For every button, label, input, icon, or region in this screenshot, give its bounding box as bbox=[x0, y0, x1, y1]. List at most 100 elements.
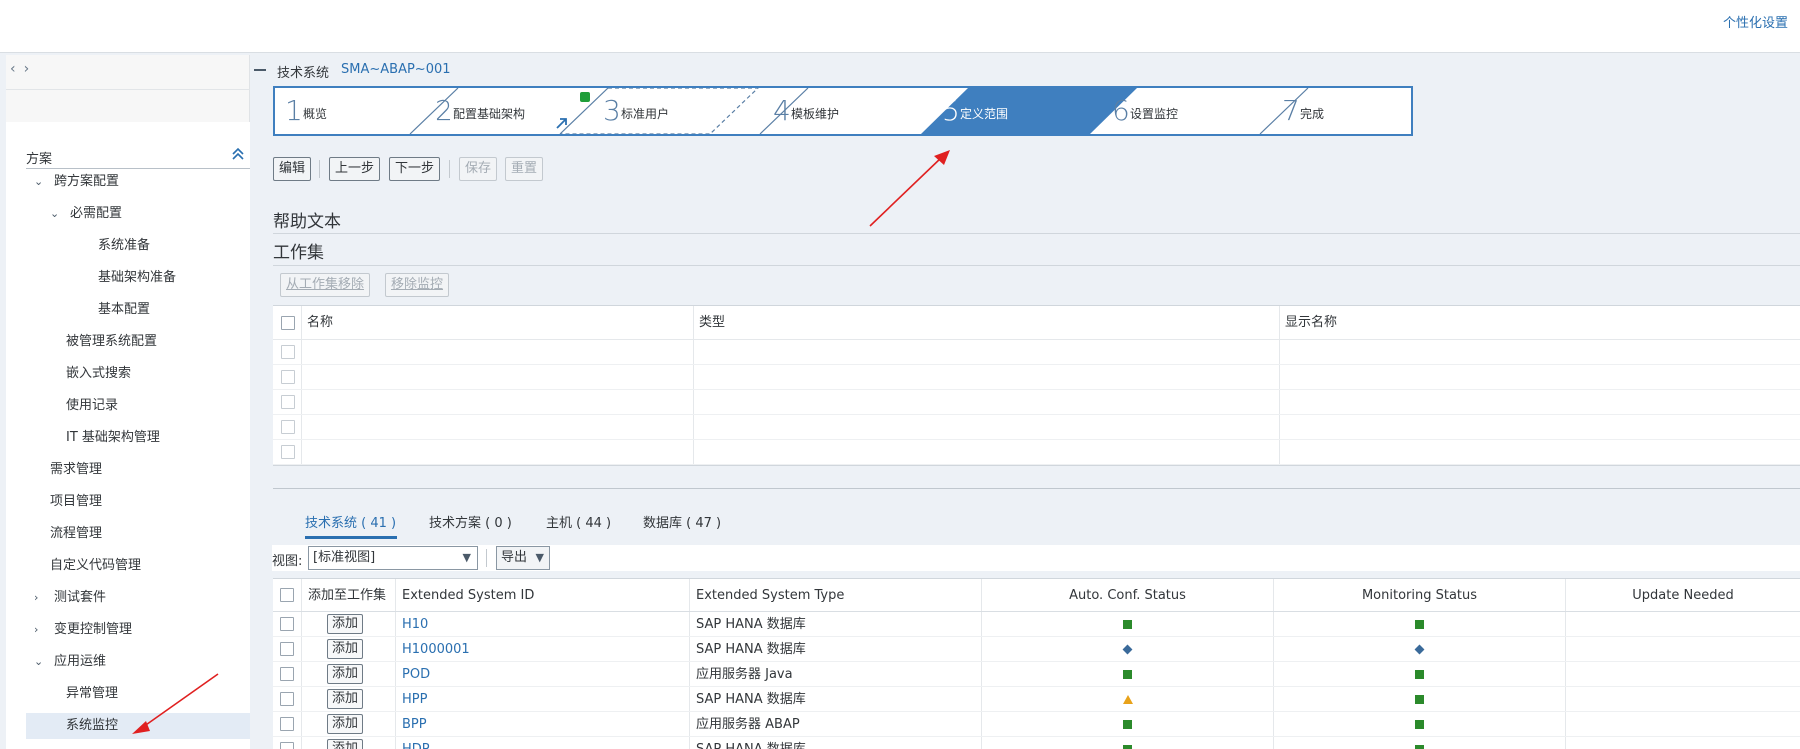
personalize-link[interactable]: 个性化设置 bbox=[1723, 12, 1788, 31]
collapse-header-icon[interactable] bbox=[254, 69, 266, 71]
table-row[interactable]: 添加 H10 SAP HANA 数据库 bbox=[273, 612, 1800, 637]
add-to-working-set-button[interactable]: 添加 bbox=[327, 664, 364, 684]
context-system-link[interactable]: SMA~ABAP~001 bbox=[341, 62, 451, 77]
table-row[interactable]: 添加 POD 应用服务器 Java bbox=[273, 662, 1800, 687]
view-select[interactable]: [标准视图] ▼ bbox=[308, 546, 478, 570]
nav-tree-item[interactable]: 基础架构准备 bbox=[98, 265, 176, 291]
select-all-checkbox[interactable] bbox=[281, 316, 295, 330]
nav-tree-item[interactable]: ⌄ 应用运维 bbox=[34, 649, 106, 675]
nav-tree-item-label: 系统准备 bbox=[98, 238, 151, 253]
row-checkbox[interactable] bbox=[281, 345, 295, 359]
export-button[interactable]: 导出 ▼ bbox=[496, 546, 550, 570]
chevron-down-icon[interactable]: ⌄ bbox=[34, 649, 48, 675]
nav-tree-item[interactable]: 使用记录 bbox=[66, 393, 118, 419]
forward-icon[interactable]: › bbox=[24, 61, 30, 77]
tab-technical-systems[interactable]: 技术系统 ( 41 ) bbox=[305, 512, 396, 531]
column-header-system-type[interactable]: Extended System Type bbox=[690, 579, 982, 611]
add-to-working-set-button[interactable]: 添加 bbox=[327, 739, 364, 749]
row-checkbox[interactable] bbox=[281, 420, 295, 434]
name-cell bbox=[302, 440, 694, 464]
column-header-type[interactable]: 类型 bbox=[694, 306, 1280, 339]
row-checkbox[interactable] bbox=[280, 667, 294, 681]
table-row[interactable]: 添加 BPP 应用服务器 ABAP bbox=[273, 712, 1800, 737]
nav-tree-item-label: 使用记录 bbox=[66, 398, 119, 413]
remove-monitoring-button[interactable]: 移除监控 bbox=[385, 273, 450, 297]
reset-button[interactable]: 重置 bbox=[505, 157, 544, 181]
save-button[interactable]: 保存 bbox=[459, 157, 498, 181]
table-row[interactable]: 添加 HPP SAP HANA 数据库 bbox=[273, 687, 1800, 712]
row-checkbox[interactable] bbox=[280, 742, 294, 749]
row-checkbox[interactable] bbox=[280, 717, 294, 731]
nav-tree-item[interactable]: IT 基础架构管理 bbox=[66, 425, 160, 451]
wizard-step-2[interactable]: 2 配置基础架构 bbox=[425, 88, 605, 134]
collapse-all-icon[interactable] bbox=[230, 146, 246, 162]
table-row[interactable]: 添加 HDP SAP HANA 数据库 bbox=[273, 737, 1800, 749]
nav-tree-item[interactable]: 系统准备 bbox=[98, 233, 150, 259]
nav-tree-item[interactable]: ⌄ 必需配置 bbox=[50, 201, 122, 227]
wizard-step-6[interactable]: 6 设置监控 bbox=[1102, 88, 1282, 134]
previous-step-button[interactable]: 上一步 bbox=[329, 157, 381, 181]
chevron-right-icon[interactable]: › bbox=[34, 585, 48, 611]
wizard-step-5[interactable]: 5 定义范围 bbox=[932, 88, 1112, 134]
nav-tree-item[interactable]: 嵌入式搜索 bbox=[66, 361, 131, 387]
nav-tree-item[interactable]: 需求管理 bbox=[50, 457, 102, 483]
nav-tree-item[interactable]: 项目管理 bbox=[50, 489, 102, 515]
step-link-icon[interactable] bbox=[555, 116, 569, 130]
nav-tree-item[interactable]: 流程管理 bbox=[50, 521, 102, 547]
add-to-working-set-button[interactable]: 添加 bbox=[327, 639, 364, 659]
system-id-cell: HPP bbox=[396, 687, 690, 711]
column-header-display-name[interactable]: 显示名称 bbox=[1280, 306, 1800, 339]
system-id-link[interactable]: H1000001 bbox=[402, 642, 470, 657]
row-checkbox[interactable] bbox=[281, 370, 295, 384]
row-checkbox[interactable] bbox=[281, 395, 295, 409]
nav-tree-item[interactable]: 被管理系统配置 bbox=[66, 329, 157, 355]
edit-button[interactable]: 编辑 bbox=[273, 157, 312, 181]
system-id-link[interactable]: HDP bbox=[402, 742, 430, 749]
nav-tree-item[interactable]: ⌄ 跨方案配置 bbox=[34, 169, 119, 195]
chevron-down-icon[interactable]: ⌄ bbox=[34, 169, 48, 195]
column-header-name[interactable]: 名称 bbox=[302, 306, 694, 339]
back-icon[interactable]: ‹ bbox=[10, 61, 16, 77]
nav-tree-item[interactable]: 基本配置 bbox=[98, 297, 150, 323]
status-green-square-icon bbox=[1415, 620, 1424, 629]
table-row[interactable]: 添加 H1000001 SAP HANA 数据库 bbox=[273, 637, 1800, 662]
nav-tree-item[interactable]: 异常管理 bbox=[66, 681, 118, 707]
table-row bbox=[273, 390, 1800, 415]
add-to-working-set-button[interactable]: 添加 bbox=[327, 614, 364, 634]
tab-technical-scenarios[interactable]: 技术方案 ( 0 ) bbox=[429, 512, 512, 531]
system-id-link[interactable]: POD bbox=[402, 667, 430, 682]
nav-tree-item[interactable]: 系统监控 bbox=[26, 713, 250, 739]
next-step-button[interactable]: 下一步 bbox=[389, 157, 441, 181]
nav-tree-item[interactable]: › 测试套件 bbox=[34, 585, 106, 611]
column-header-auto-conf-status[interactable]: Auto. Conf. Status bbox=[982, 579, 1274, 611]
select-all-checkbox[interactable] bbox=[280, 588, 294, 602]
add-to-working-set-button[interactable]: 添加 bbox=[327, 714, 364, 734]
nav-tree-item[interactable]: › 变更控制管理 bbox=[34, 617, 132, 643]
wizard-step-3[interactable]: 3 标准用户 bbox=[593, 88, 773, 134]
nav-history: ‹ › bbox=[10, 61, 37, 77]
row-checkbox[interactable] bbox=[281, 445, 295, 459]
add-to-working-set-button[interactable]: 添加 bbox=[327, 689, 364, 709]
row-checkbox[interactable] bbox=[280, 617, 294, 631]
nav-tree-item[interactable]: 自定义代码管理 bbox=[50, 553, 141, 579]
add-cell: 添加 bbox=[302, 637, 396, 661]
tab-databases[interactable]: 数据库 ( 47 ) bbox=[643, 512, 721, 531]
chevron-down-icon[interactable]: ⌄ bbox=[50, 201, 64, 227]
row-checkbox[interactable] bbox=[280, 642, 294, 656]
row-checkbox[interactable] bbox=[280, 692, 294, 706]
step-label: 定义范围 bbox=[960, 107, 1009, 121]
column-header-update-needed[interactable]: Update Needed bbox=[1566, 579, 1800, 611]
wizard-step-4[interactable]: 4 模板维护 bbox=[763, 88, 943, 134]
remove-from-working-set-button[interactable]: 从工作集移除 bbox=[280, 273, 371, 297]
nav-section-header[interactable]: 方案 bbox=[26, 141, 250, 169]
wizard-step-7[interactable]: 7 完成 bbox=[1272, 88, 1411, 134]
system-id-link[interactable]: BPP bbox=[402, 717, 427, 732]
system-id-link[interactable]: H10 bbox=[402, 617, 428, 632]
chevron-right-icon[interactable]: › bbox=[34, 617, 48, 643]
tab-hosts[interactable]: 主机 ( 44 ) bbox=[546, 512, 611, 531]
column-header-monitoring-status[interactable]: Monitoring Status bbox=[1274, 579, 1566, 611]
column-header-system-id[interactable]: Extended System ID bbox=[396, 579, 690, 611]
column-header-add-to-working-set[interactable]: 添加至工作集 bbox=[302, 579, 396, 611]
section-divider bbox=[273, 265, 1800, 266]
system-id-link[interactable]: HPP bbox=[402, 692, 427, 707]
